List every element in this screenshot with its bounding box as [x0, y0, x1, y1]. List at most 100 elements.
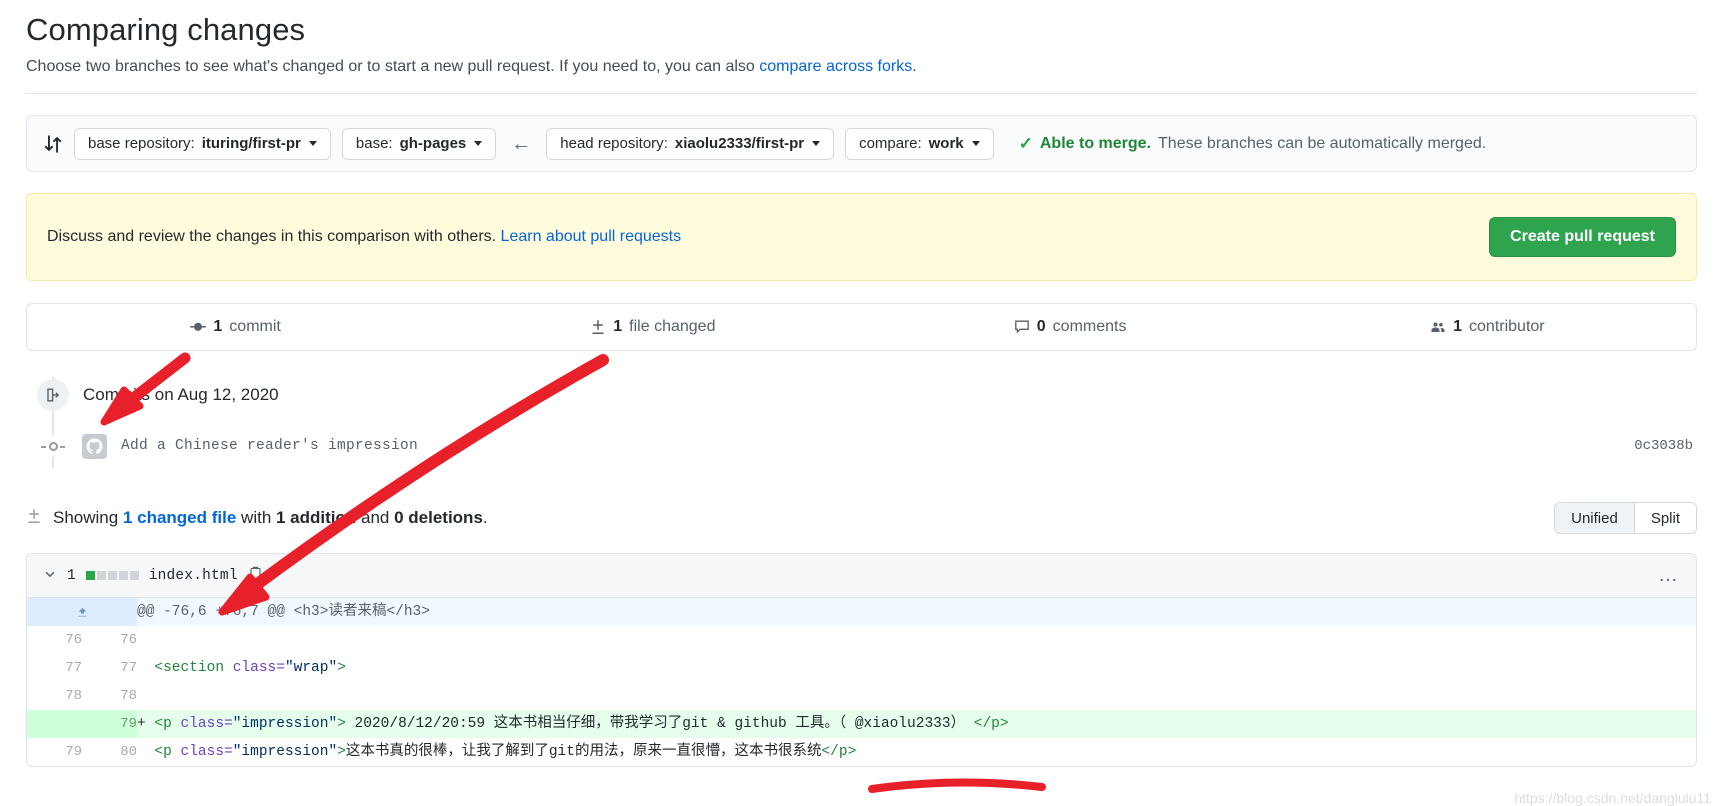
stat-comments-count: 0: [1036, 318, 1046, 335]
merge-status-detail: These branches can be automatically merg…: [1158, 134, 1487, 152]
stat-files-changed-label: file changed: [629, 318, 716, 335]
diff-icon: [590, 319, 606, 335]
additions-count: 1 addition: [276, 508, 357, 527]
compare-branch-value: work: [928, 135, 964, 152]
base-repository-selector[interactable]: base repository: ituring/first-pr: [74, 127, 331, 160]
commit-row: Add a Chinese reader's impression 0c3038…: [26, 424, 1697, 468]
github-avatar-icon[interactable]: [82, 433, 107, 459]
stat-comments-label: comments: [1052, 318, 1127, 335]
stat-commits-label: commit: [229, 318, 281, 335]
commit-push-icon: [37, 379, 69, 411]
stat-commits[interactable]: 1 commit: [27, 318, 444, 336]
old-line-number: 79: [65, 744, 82, 760]
copy-path-icon[interactable]: [248, 566, 263, 586]
people-icon: [1430, 319, 1446, 335]
head-repository-selector[interactable]: head repository: xiaolu2333/first-pr: [546, 127, 835, 160]
diff-file-name[interactable]: index.html: [149, 568, 238, 584]
diff-row: 78 78: [27, 682, 1696, 710]
diff-row: 77 77 <section class="wrap">: [27, 654, 1696, 682]
check-icon: ✓: [1018, 133, 1033, 153]
compare-across-forks-link[interactable]: compare across forks: [759, 58, 912, 75]
base-branch-selector[interactable]: base: gh-pages: [341, 127, 497, 160]
github-compare-page: Comparing changes Choose two branches to…: [0, 12, 1723, 806]
diff-code-cell: <p class="impression">这本书真的很棒，让我了解到了git的…: [154, 744, 857, 760]
diff-code-cell: [137, 682, 1696, 710]
stat-contributors-count: 1: [1453, 318, 1463, 335]
diff-hunk-header-row: @@ -76,6 +76,7 @@ <h3>读者来稿</h3>: [27, 598, 1696, 626]
diff-row: 79 80 <p class="impression">这本书真的很棒，让我了解…: [27, 738, 1696, 766]
chevron-down-icon[interactable]: [43, 567, 57, 585]
diff-code-cell: [137, 626, 1696, 654]
showing-prefix: Showing: [53, 508, 123, 527]
underline-under-username: [868, 778, 1046, 793]
diff-row-added: 79 + <p class="impression"> 2020/8/12/20…: [27, 710, 1696, 738]
header-divider: [26, 93, 1697, 94]
chevron-down-icon: [308, 141, 317, 146]
stat-comments[interactable]: 0 comments: [862, 318, 1279, 336]
changed-file-link[interactable]: 1 changed file: [123, 508, 236, 527]
head-repository-prefix: head repository:: [560, 135, 668, 152]
unified-view-tab[interactable]: Unified: [1555, 503, 1634, 533]
new-line-number: 76: [120, 632, 137, 648]
diff-row: 76 76: [27, 626, 1696, 654]
diff-code-cell: + <p class="impression"> 2020/8/12/20:59…: [137, 710, 1696, 738]
comparison-stats-bar: 1 commit 1 file changed 0 comments 1 con…: [26, 303, 1697, 351]
diff-stat-blocks: [85, 571, 139, 580]
direction-arrow-icon: ←: [511, 132, 532, 155]
comment-icon: [1014, 319, 1030, 335]
create-pull-request-button[interactable]: Create pull request: [1489, 217, 1676, 257]
commit-group-header: Commits on Aug 12, 2020: [26, 377, 1697, 413]
commit-icon: [190, 319, 207, 335]
commit-sha[interactable]: 0c3038b: [1634, 438, 1697, 454]
compare-branch-selector[interactable]: compare: work: [845, 127, 994, 160]
showing-suffix: .: [482, 508, 488, 527]
old-line-number: 77: [65, 660, 82, 676]
base-branch-prefix: base:: [355, 135, 393, 152]
page-title: Comparing changes: [26, 12, 306, 47]
new-line-number: 80: [120, 744, 137, 760]
showing-middle: with: [236, 508, 276, 527]
new-line-number: 77: [120, 660, 137, 676]
diff-file-header: 1 index.html …: [27, 554, 1696, 598]
compare-icon: [43, 134, 63, 154]
old-line-number: 78: [65, 688, 82, 704]
pull-request-notice: Discuss and review the changes in this c…: [26, 193, 1697, 281]
subtitle-text-before: Choose two branches to see what's change…: [26, 58, 760, 75]
old-line-number: 76: [65, 632, 82, 648]
chevron-down-icon: [474, 141, 483, 146]
subtitle-text-after: .: [912, 58, 917, 75]
diff-file: 1 index.html … @@ -76,6 +76,7 @@ <h3>读者来…: [26, 553, 1697, 767]
split-view-tab[interactable]: Split: [1633, 503, 1696, 533]
showing-and: and: [356, 508, 395, 527]
branch-selection-bar: base repository: ituring/first-pr base: …: [26, 115, 1697, 172]
stat-contributors[interactable]: 1 contributor: [1279, 318, 1696, 336]
hunk-header-text: @@ -76,6 +76,7 @@ <h3>读者来稿</h3>: [137, 598, 1696, 626]
diff-view-toggle: Unified Split: [1554, 502, 1697, 534]
base-repository-value: ituring/first-pr: [201, 135, 301, 152]
hunk-marker: @@ -76,6 +76,7 @@: [137, 604, 294, 620]
diff-summary-text: Showing 1 changed file with 1 addition a…: [53, 508, 488, 528]
compare-branch-prefix: compare:: [859, 135, 922, 152]
stat-files-changed-count: 1: [613, 318, 623, 335]
commit-node-icon: [41, 435, 65, 457]
expand-up-icon[interactable]: [27, 598, 137, 626]
stat-contributors-label: contributor: [1469, 318, 1545, 335]
old-line-number: [27, 710, 82, 738]
hunk-context: <h3>读者来稿</h3>: [293, 604, 430, 620]
new-line-number: 78: [120, 688, 137, 704]
file-change-count: 1: [67, 567, 76, 584]
stat-files-changed[interactable]: 1 file changed: [444, 318, 861, 336]
commits-section: Commits on Aug 12, 2020 Add a Chinese re…: [26, 377, 1697, 468]
stat-commits-count: 1: [213, 318, 223, 335]
notice-text: Discuss and review the changes in this c…: [47, 228, 681, 246]
file-options-kebab-icon[interactable]: …: [1658, 564, 1680, 587]
learn-about-pull-requests-link[interactable]: Learn about pull requests: [501, 228, 682, 245]
new-line-number: 79: [82, 710, 137, 738]
diff-code-cell: <section class="wrap">: [154, 660, 346, 676]
page-subtitle: Choose two branches to see what's change…: [26, 58, 1697, 76]
diff-table: @@ -76,6 +76,7 @@ <h3>读者来稿</h3> 76 76 77…: [27, 598, 1696, 766]
merge-status: ✓ Able to merge. These branches can be a…: [1019, 134, 1487, 154]
hunk-expander-cell[interactable]: [27, 598, 137, 626]
notice-message: Discuss and review the changes in this c…: [47, 228, 501, 245]
commit-message[interactable]: Add a Chinese reader's impression: [121, 438, 418, 454]
